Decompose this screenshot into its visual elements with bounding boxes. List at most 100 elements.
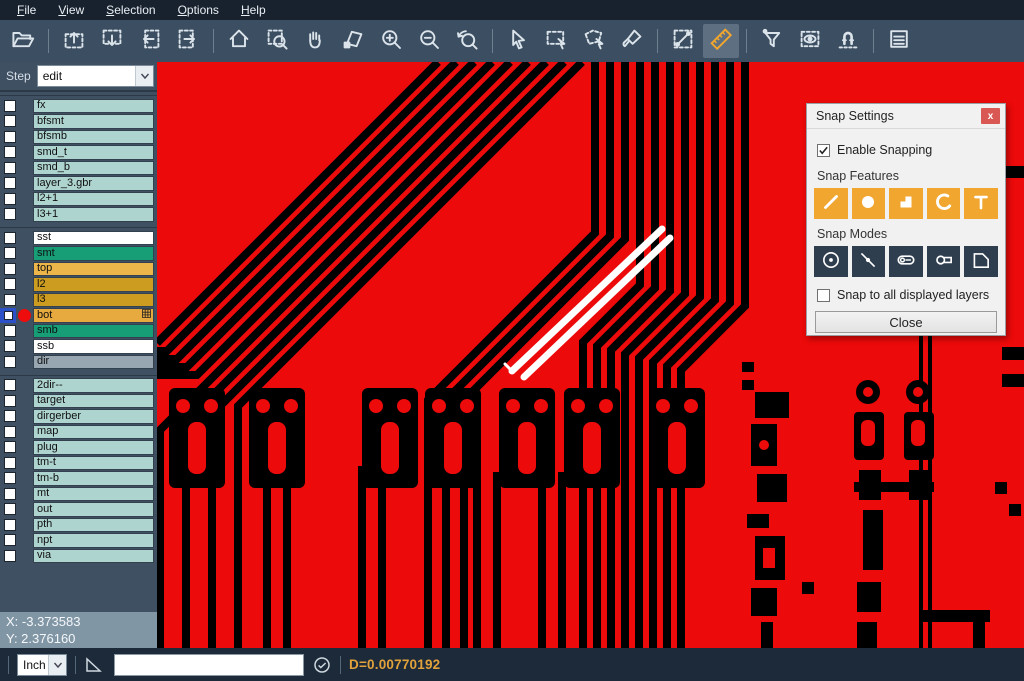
snap-on-element-button[interactable] — [852, 246, 886, 277]
snap-center-button[interactable] — [814, 246, 848, 277]
layer-name[interactable]: l2+1 — [33, 192, 154, 207]
filter-button[interactable] — [754, 24, 790, 58]
snap-arc-button[interactable] — [927, 188, 961, 219]
layer-visibility-checkbox[interactable] — [0, 517, 16, 532]
snap-button[interactable] — [830, 24, 866, 58]
layer-visibility-checkbox[interactable] — [0, 378, 16, 393]
layer-visibility-checkbox[interactable] — [0, 114, 16, 129]
layer-name[interactable]: via — [33, 549, 154, 564]
select-rectangle-button[interactable] — [538, 24, 574, 58]
snap-line-button[interactable] — [814, 188, 848, 219]
select-button[interactable] — [500, 24, 536, 58]
layer-name[interactable]: top — [33, 262, 154, 277]
layer-name[interactable]: bfsmb — [33, 130, 154, 145]
layer-visibility-checkbox[interactable] — [0, 393, 16, 408]
layer-visibility-checkbox[interactable] — [0, 246, 16, 261]
layer-visibility-checkbox[interactable] — [0, 261, 16, 276]
layer-name[interactable]: tm-t — [33, 456, 154, 471]
layer-name[interactable]: mt — [33, 487, 154, 502]
layer-name[interactable]: 2dir-- — [33, 378, 154, 393]
layer-name[interactable]: l2 — [33, 277, 154, 292]
menu-item-options[interactable]: Options — [167, 1, 230, 19]
layer-visibility-checkbox[interactable] — [0, 424, 16, 439]
layer-visibility-checkbox[interactable] — [0, 277, 16, 292]
menu-item-help[interactable]: Help — [230, 1, 277, 19]
layer-visibility-checkbox[interactable] — [0, 129, 16, 144]
step-select[interactable]: edit — [37, 65, 154, 87]
layer-name[interactable]: smb — [33, 324, 154, 339]
layer-visibility-checkbox[interactable] — [0, 292, 16, 307]
enable-snapping-checkbox[interactable] — [817, 144, 830, 157]
layer-name[interactable]: out — [33, 502, 154, 517]
layer-name[interactable]: fx — [33, 99, 154, 114]
layer-visibility-checkbox[interactable] — [0, 230, 16, 245]
zoom-previous-button[interactable] — [449, 24, 485, 58]
grid-icon[interactable] — [142, 309, 153, 322]
layer-visibility-checkbox[interactable] — [0, 533, 16, 548]
zoom-home-button[interactable] — [221, 24, 257, 58]
layer-name[interactable]: l3+1 — [33, 207, 154, 222]
scroll-right-button[interactable] — [170, 24, 206, 58]
layer-name[interactable]: pth — [33, 518, 154, 533]
layer-visibility-checkbox[interactable] — [0, 160, 16, 175]
zoom-window-button[interactable] — [259, 24, 295, 58]
layer-name[interactable]: layer_3.gbr — [33, 176, 154, 191]
layer-visibility-checkbox[interactable] — [0, 207, 16, 222]
layer-visibility-checkbox[interactable] — [0, 145, 16, 160]
layer-visibility-checkbox[interactable] — [0, 440, 16, 455]
scroll-down-button[interactable] — [94, 24, 130, 58]
snap-slot-end-button[interactable] — [927, 246, 961, 277]
layer-visibility-checkbox[interactable] — [0, 486, 16, 501]
snap-surface-button[interactable] — [889, 188, 923, 219]
layer-name[interactable]: ssb — [33, 339, 154, 354]
select-polygon-button[interactable] — [576, 24, 612, 58]
menu-item-file[interactable]: File — [6, 1, 47, 19]
scroll-left-button[interactable] — [132, 24, 168, 58]
zoom-selection-button[interactable] — [335, 24, 371, 58]
zoom-in-button[interactable] — [373, 24, 409, 58]
layer-visibility-checkbox[interactable] — [0, 548, 16, 563]
layer-visibility-checkbox[interactable] — [0, 98, 16, 113]
layer-visibility-checkbox[interactable] — [0, 191, 16, 206]
layer-name[interactable]: target — [33, 394, 154, 409]
layer-name[interactable]: dir — [33, 355, 154, 370]
close-icon[interactable]: x — [981, 108, 1000, 124]
pan-button[interactable] — [297, 24, 333, 58]
snap-slot-center-button[interactable] — [889, 246, 923, 277]
snap-corner-button[interactable] — [964, 246, 998, 277]
measure-distance-button[interactable] — [665, 24, 701, 58]
layer-visibility-checkbox[interactable] — [0, 176, 16, 191]
layer-name[interactable]: bot — [33, 308, 154, 323]
layer-name[interactable]: map — [33, 425, 154, 440]
layer-name[interactable]: smd_t — [33, 145, 154, 160]
layer-name[interactable]: bfsmt — [33, 114, 154, 129]
menu-item-selection[interactable]: Selection — [95, 1, 166, 19]
layer-visibility-checkbox[interactable] — [0, 409, 16, 424]
menu-item-view[interactable]: View — [47, 1, 95, 19]
layer-visibility-checkbox[interactable] — [0, 502, 16, 517]
apply-check-icon[interactable] — [312, 655, 332, 675]
zoom-out-button[interactable] — [411, 24, 447, 58]
angle-mode-icon[interactable] — [84, 655, 104, 675]
all-layers-checkbox[interactable] — [817, 289, 830, 302]
dialog-titlebar[interactable]: Snap Settings x — [807, 104, 1005, 129]
measure-ruler-button[interactable] — [703, 24, 739, 58]
snap-pad-button[interactable] — [852, 188, 886, 219]
layer-name[interactable]: plug — [33, 440, 154, 455]
layer-name[interactable]: l3 — [33, 293, 154, 308]
clear-button[interactable] — [614, 24, 650, 58]
layer-name[interactable]: smd_b — [33, 161, 154, 176]
layer-name[interactable]: sst — [33, 231, 154, 246]
layer-visibility-checkbox[interactable] — [0, 308, 16, 323]
layer-name[interactable]: smt — [33, 246, 154, 261]
layer-name[interactable]: npt — [33, 533, 154, 548]
layer-visibility-checkbox[interactable] — [0, 354, 16, 369]
scroll-up-button[interactable] — [56, 24, 92, 58]
close-button[interactable]: Close — [815, 311, 997, 333]
layer-name[interactable]: tm-b — [33, 471, 154, 486]
measure-input[interactable] — [114, 654, 304, 676]
unit-select[interactable]: Inch — [17, 654, 67, 676]
view-selection-button[interactable] — [792, 24, 828, 58]
layer-visibility-checkbox[interactable] — [0, 455, 16, 470]
layer-name[interactable]: dirgerber — [33, 409, 154, 424]
